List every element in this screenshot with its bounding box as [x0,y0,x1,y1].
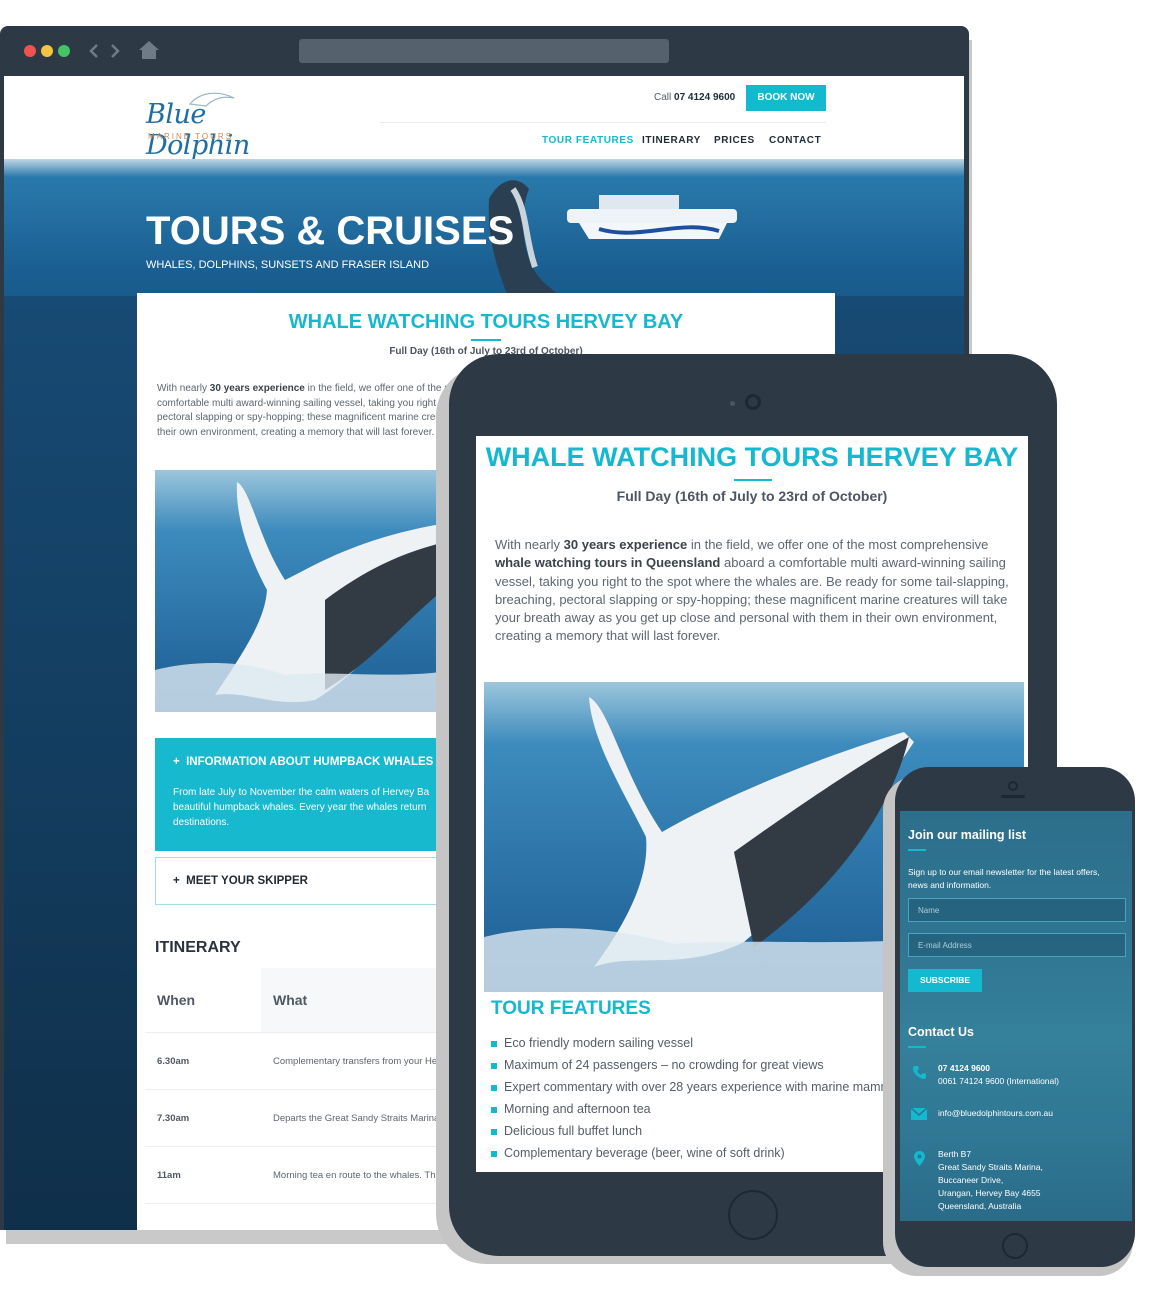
list-item: Eco friendly modern sailing vessel [491,1036,911,1058]
header-divider [380,122,826,123]
minimize-dot-icon [41,45,53,57]
mailing-text: Sign up to our email newsletter for the … [908,867,1100,890]
tablet-home-button[interactable] [728,1190,778,1240]
tablet-title-underline [734,479,772,481]
header-phone[interactable]: Call 07 4124 9600 [654,92,735,103]
list-item: Morning and afternoon tea [491,1102,911,1124]
contact-heading: Contact Us [908,1025,974,1039]
phone-camera-icon [1008,781,1018,791]
col-what: What [273,992,308,1008]
hero-subtitle: WHALES, DOLPHINS, SUNSETS AND FRASER ISL… [146,259,430,271]
contact-address: Berth B7 Great Sandy Straits Marina, Buc… [938,1149,1043,1211]
book-now-button[interactable]: BOOK NOW [746,85,826,111]
list-item: Expert commentary with over 28 years exp… [491,1080,911,1102]
mailing-underline [908,849,926,851]
home-icon[interactable] [138,40,160,60]
nav-tour-features[interactable]: TOUR FEATURES [542,135,634,146]
nav-contact[interactable]: CONTACT [769,135,821,146]
phone-icon [913,1066,926,1079]
tour-intro-desktop: With nearly 30 years experience in the f… [157,383,453,438]
contact-email[interactable]: info@bluedolphintours.com.au [938,1107,1053,1120]
tablet-camera-icon [745,394,761,410]
accordion-info-body: From late July to November the calm wate… [173,787,430,828]
phone-mockup: Join our mailing list Sign up to our ema… [895,767,1135,1267]
tablet-tour-intro: With nearly 30 years experience in the f… [495,537,1009,644]
tour-title: WHALE WATCHING TOURS HERVEY BAY [288,311,684,333]
address-bar[interactable] [299,39,669,63]
list-item: Maximum of 24 passengers – no crowding f… [491,1058,911,1080]
tablet-tour-duration: Full Day (16th of July to 23rd of Octobe… [616,488,888,504]
table-row: 7.30am Departs the Great Sandy Straits M… [145,1091,455,1147]
table-row: 11am Morning tea en route to the whales.… [145,1148,455,1204]
table-row: 6.30am Complementary transfers from your… [145,1034,455,1090]
itinerary-heading: ITINERARY [155,939,241,956]
logo-text: Blue Dolphin [146,99,250,161]
list-item: Complementary beverage (beer, wine of so… [491,1146,911,1168]
phone-screen: Join our mailing list Sign up to our ema… [900,811,1132,1221]
accordion-humpback-info[interactable]: + INFORMATION ABOUT HUMPBACK WHALES From… [155,738,455,851]
phone-home-button[interactable] [1002,1233,1028,1259]
nav-itinerary[interactable]: ITINERARY [642,135,701,146]
back-forward-icon[interactable] [88,42,124,60]
email-input[interactable]: E-mail Address [908,933,1126,957]
tablet-tour-title: WHALE WATCHING TOURS HERVEY BAY [485,442,1019,472]
tablet-features-list: Eco friendly modern sailing vessel Maxim… [491,1036,911,1168]
logo-tagline: MARINE TOURS [148,132,234,141]
nav-prices[interactable]: PRICES [714,135,755,146]
site-logo[interactable]: Blue Dolphin MARINE TOURS [144,90,284,161]
col-when: When [157,992,196,1008]
accordion-info-title: + INFORMATION ABOUT HUMPBACK WHALES [173,756,434,768]
title-underline [471,339,501,341]
close-dot-icon [24,45,36,57]
site-header: Blue Dolphin MARINE TOURS Call 07 4124 9… [4,76,964,161]
list-item: Delicious full buffet lunch [491,1124,911,1146]
tablet-features-heading: TOUR FEATURES [491,998,651,1019]
location-pin-icon [914,1151,925,1166]
subscribe-button[interactable]: SUBSCRIBE [908,969,982,992]
hero-title: TOURS & CRUISES [146,209,515,253]
left-backdrop [4,296,137,1230]
phone-speaker [1001,795,1025,798]
maximize-dot-icon [58,45,70,57]
accordion-meet-skipper[interactable]: + MEET YOUR SKIPPER [155,857,455,905]
contact-underline [908,1046,926,1048]
contact-phones[interactable]: 07 4124 9600 0061 74124 9600 (Internatio… [938,1062,1059,1088]
mailing-heading: Join our mailing list [908,828,1027,842]
itinerary-header-row: When What [145,968,455,1033]
tablet-sensor [730,401,735,406]
email-icon [911,1108,927,1120]
whale-breach-photo [155,470,455,712]
accordion-skipper-title: + MEET YOUR SKIPPER [173,875,308,887]
name-input[interactable]: Name [908,898,1126,922]
